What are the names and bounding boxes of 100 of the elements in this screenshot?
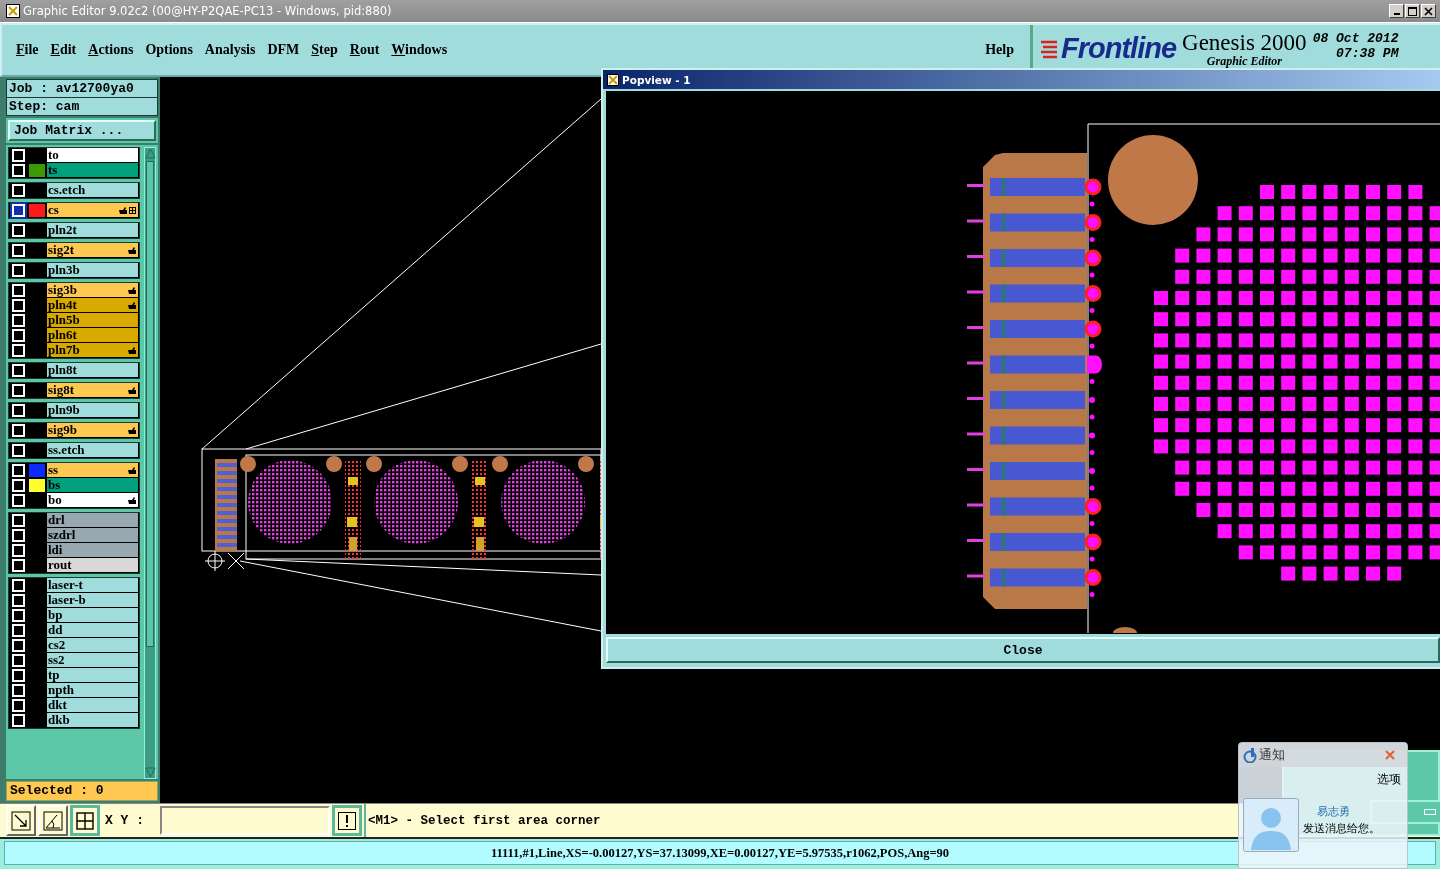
- layer-checkbox[interactable]: [12, 149, 25, 162]
- layer-checkbox[interactable]: [12, 494, 25, 507]
- layer-item[interactable]: pln5b: [47, 313, 138, 327]
- layer-checkbox[interactable]: [12, 244, 25, 257]
- coordinate-input-field[interactable]: [160, 806, 330, 835]
- scroll-up-icon[interactable]: [144, 148, 156, 159]
- layer-checkbox[interactable]: [12, 344, 25, 357]
- layer-checkbox[interactable]: [12, 464, 25, 477]
- layer-item[interactable]: bo: [47, 493, 138, 507]
- layer-checkbox[interactable]: [12, 364, 25, 377]
- layer-item[interactable]: tp: [47, 668, 138, 682]
- menu-item[interactable]: Analysis: [198, 42, 262, 58]
- layer-checkbox[interactable]: [12, 204, 25, 217]
- layer-item[interactable]: ss: [47, 463, 138, 477]
- layer-item[interactable]: to: [47, 148, 138, 162]
- layer-checkbox[interactable]: [12, 314, 25, 327]
- scroll-thumb[interactable]: [146, 161, 154, 647]
- layer-item[interactable]: pln2t: [47, 223, 138, 237]
- scrollbar[interactable]: [144, 147, 156, 779]
- layer-checkbox[interactable]: [12, 714, 25, 727]
- layer-checkbox[interactable]: [12, 669, 25, 682]
- menu-item[interactable]: Step: [305, 42, 344, 58]
- logo-text: Frontline: [1061, 32, 1177, 65]
- menu-item[interactable]: Actions: [82, 42, 140, 58]
- layer-item[interactable]: pln3b: [47, 263, 138, 277]
- layer-item[interactable]: cs: [47, 203, 138, 217]
- layer-item[interactable]: drl: [47, 513, 138, 527]
- angle-tool-button[interactable]: [38, 805, 68, 836]
- layer-item[interactable]: szdrl: [47, 528, 138, 542]
- layer-checkbox[interactable]: [12, 559, 25, 572]
- help-menu[interactable]: Help: [979, 42, 1020, 58]
- layer-checkbox[interactable]: [12, 514, 25, 527]
- maximize-button[interactable]: [1405, 4, 1420, 18]
- layer-item[interactable]: sig9b: [47, 423, 138, 437]
- layer-item[interactable]: dkt: [47, 698, 138, 712]
- layer-checkbox[interactable]: [12, 444, 25, 457]
- scroll-down-icon[interactable]: [144, 767, 156, 778]
- layer-checkbox[interactable]: [12, 424, 25, 437]
- sender-name[interactable]: 易志勇: [1317, 804, 1380, 819]
- menu-item[interactable]: Edit: [44, 42, 83, 58]
- layer-item[interactable]: pln6t: [47, 328, 138, 342]
- layer-checkbox[interactable]: [12, 609, 25, 622]
- layer-item[interactable]: sig2t: [47, 243, 138, 257]
- execute-button[interactable]: [332, 805, 362, 836]
- layer-checkbox[interactable]: [12, 594, 25, 607]
- layer-item[interactable]: sig8t: [47, 383, 138, 397]
- layer-item[interactable]: ts: [47, 163, 138, 177]
- layer-item[interactable]: ss.etch: [47, 443, 138, 457]
- layer-checkbox[interactable]: [12, 264, 25, 277]
- minimize-button[interactable]: [1389, 4, 1404, 18]
- layer-checkbox[interactable]: [12, 224, 25, 237]
- menu-item[interactable]: File: [10, 42, 45, 58]
- layer-checkbox[interactable]: [12, 404, 25, 417]
- layer-item[interactable]: bp: [47, 608, 138, 622]
- layer-item[interactable]: rout: [47, 558, 138, 572]
- layer-item[interactable]: bs: [47, 478, 138, 492]
- window-title: Graphic Editor 9.02c2 (00@HY-P2QAE-PC13 - Windows, pid:880): [23, 4, 393, 18]
- layer-item[interactable]: laser-b: [47, 593, 138, 607]
- close-button[interactable]: Close: [606, 637, 1440, 663]
- layer-checkbox[interactable]: [12, 529, 25, 542]
- layer-item[interactable]: dd: [47, 623, 138, 637]
- layer-checkbox[interactable]: [12, 699, 25, 712]
- layer-item[interactable]: pln8t: [47, 363, 138, 377]
- layer-checkbox[interactable]: [12, 654, 25, 667]
- menu-item[interactable]: DFM: [261, 42, 306, 58]
- layer-checkbox[interactable]: [12, 164, 25, 177]
- layer-item[interactable]: pln7b: [47, 343, 138, 357]
- zoom-tool-button[interactable]: [6, 805, 36, 836]
- layer-checkbox[interactable]: [12, 639, 25, 652]
- options-link[interactable]: 选项: [1377, 771, 1401, 788]
- layer-checkbox[interactable]: [12, 299, 25, 312]
- layer-checkbox[interactable]: [12, 624, 25, 637]
- dropdown-icon: [1424, 809, 1436, 815]
- layer-checkbox[interactable]: [12, 384, 25, 397]
- layer-item[interactable]: npth: [47, 683, 138, 697]
- layer-checkbox[interactable]: [12, 329, 25, 342]
- menu-item[interactable]: Rout: [343, 42, 386, 58]
- layer-item[interactable]: laser-t: [47, 578, 138, 592]
- layer-checkbox[interactable]: [12, 479, 25, 492]
- menu-item[interactable]: Options: [139, 42, 199, 58]
- layer-item[interactable]: ss2: [47, 653, 138, 667]
- layer-checkbox[interactable]: [12, 184, 25, 197]
- grid-tool-button[interactable]: [70, 805, 100, 836]
- layer-item[interactable]: ldi: [47, 543, 138, 557]
- menu-item[interactable]: Windows: [385, 42, 454, 58]
- layer-checkbox[interactable]: [12, 684, 25, 697]
- layer-item[interactable]: sig3b: [47, 283, 138, 297]
- layer-checkbox[interactable]: [12, 544, 25, 557]
- avatar-icon: [1243, 798, 1299, 852]
- close-icon[interactable]: [1385, 750, 1395, 760]
- layer-item[interactable]: pln9b: [47, 403, 138, 417]
- notification-message: 发送消息给您。: [1303, 821, 1380, 836]
- close-button[interactable]: [1421, 4, 1436, 18]
- layer-item[interactable]: pln4t: [47, 298, 138, 312]
- layer-item[interactable]: cs.etch: [47, 183, 138, 197]
- job-matrix-button[interactable]: Job Matrix ...: [8, 120, 156, 141]
- layer-item[interactable]: cs2: [47, 638, 138, 652]
- layer-checkbox[interactable]: [12, 579, 25, 592]
- layer-item[interactable]: dkb: [47, 713, 138, 727]
- layer-checkbox[interactable]: [12, 284, 25, 297]
